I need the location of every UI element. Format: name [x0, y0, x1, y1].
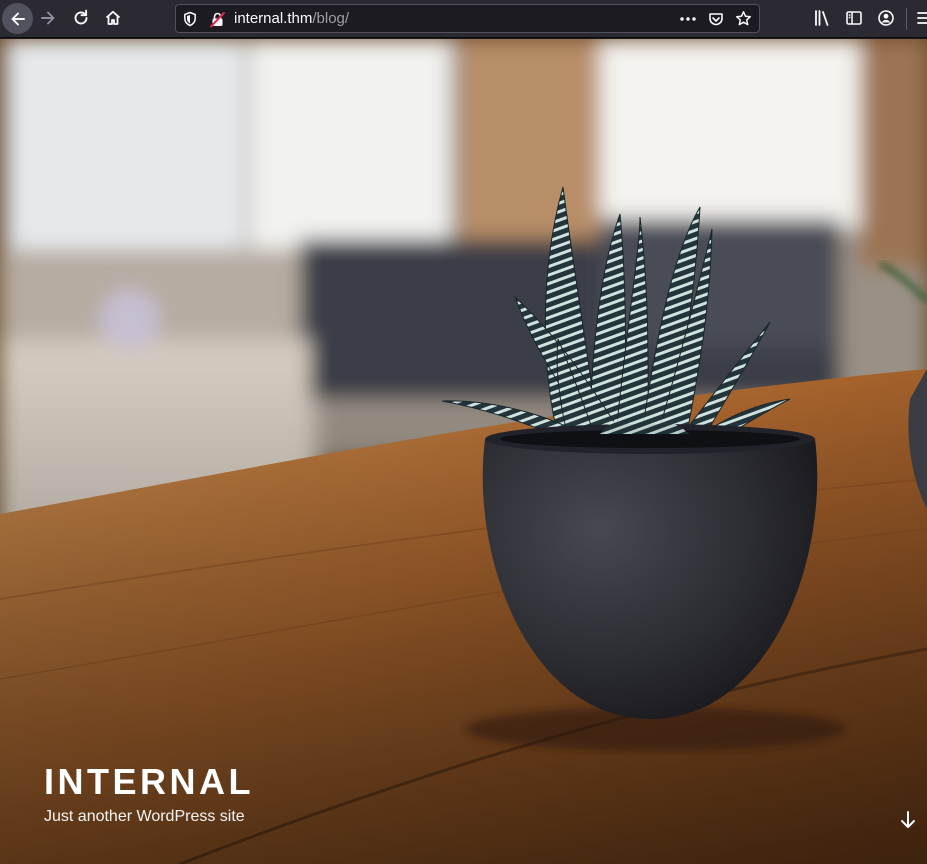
browser-window: internal.thm/blog/ INTERNAL Just another… — [0, 0, 927, 864]
pocket-icon[interactable] — [708, 11, 724, 27]
arrow-left-icon — [11, 12, 25, 25]
browser-toolbar: internal.thm/blog/ — [0, 0, 927, 38]
site-title[interactable]: INTERNAL — [44, 762, 254, 802]
arrow-down-icon[interactable] — [898, 810, 918, 830]
header-image — [0, 39, 927, 864]
site-description: Just another WordPress site — [44, 808, 245, 825]
reload-icon — [74, 9, 88, 25]
hamburger-menu-icon[interactable] — [917, 9, 927, 27]
url-host: internal.thm — [234, 10, 313, 27]
url-bar[interactable]: internal.thm/blog/ — [175, 4, 760, 33]
home-icon — [105, 10, 121, 25]
reload-button[interactable] — [66, 3, 96, 33]
back-button[interactable] — [2, 3, 33, 34]
account-icon[interactable] — [877, 9, 895, 27]
forward-button[interactable] — [33, 3, 63, 33]
page-content: INTERNAL Just another WordPress site — [0, 39, 927, 864]
url-path: /blog/ — [312, 10, 350, 27]
url-text[interactable]: internal.thm/blog/ — [234, 10, 349, 28]
library-icon[interactable] — [813, 9, 831, 27]
arrow-right-icon — [41, 11, 55, 25]
sidebar-icon[interactable] — [845, 9, 863, 27]
toolbar-separator — [906, 8, 907, 30]
insecure-lock-icon[interactable] — [209, 11, 226, 28]
three-dots-icon[interactable] — [679, 11, 697, 27]
star-icon[interactable] — [735, 10, 752, 27]
home-button[interactable] — [98, 3, 128, 33]
shield-icon[interactable] — [182, 11, 198, 27]
